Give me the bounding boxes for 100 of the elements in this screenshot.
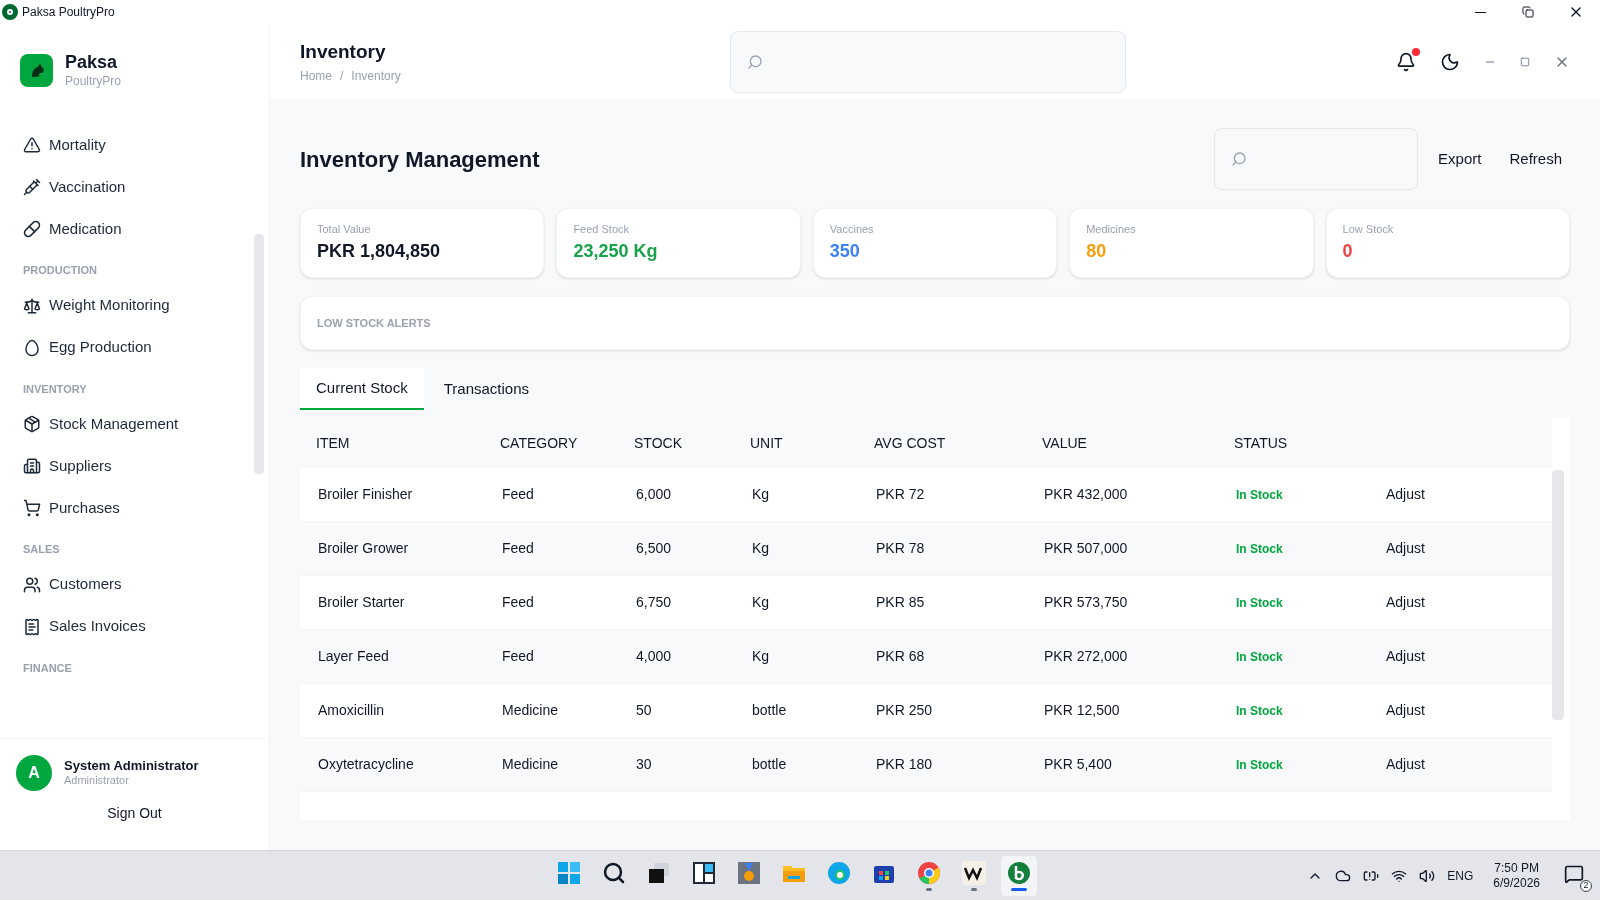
- start-icon[interactable]: [557, 860, 581, 885]
- sidebar-item[interactable]: Vaccination: [0, 166, 254, 208]
- logo-icon: [20, 53, 53, 87]
- cart-icon: [23, 499, 41, 517]
- tab[interactable]: Current Stock: [300, 368, 424, 410]
- stat-value: 350: [829, 239, 861, 263]
- table-cell-text: PKR 72: [876, 485, 926, 504]
- warning-icon: [23, 136, 41, 154]
- sidebar-item[interactable]: Sales Invoices: [0, 605, 254, 648]
- table-cell-text: Kg: [752, 485, 771, 504]
- table-cell-text: PKR 507,000: [1044, 539, 1129, 558]
- tab[interactable]: Transactions: [423, 368, 549, 410]
- sidebar-item[interactable]: Medication: [0, 208, 254, 250]
- stat-label: Low Stock: [1342, 222, 1395, 238]
- toolbar-button[interactable]: Refresh: [1501, 147, 1570, 171]
- sidebar-item[interactable]: Suppliers: [0, 445, 254, 487]
- sign-out-button[interactable]: Sign Out: [107, 803, 162, 824]
- user-name: System Administrator: [64, 758, 199, 775]
- sidebar-item[interactable]: Customers: [0, 563, 254, 606]
- table-cell-text: 6,000: [636, 485, 673, 504]
- sidebar-item[interactable]: Egg Production: [0, 326, 254, 369]
- window-title: Paksa PoultryPro: [22, 4, 115, 21]
- paksa-app-icon[interactable]: [1007, 860, 1031, 885]
- table-cell-text: Broiler Grower: [318, 539, 410, 558]
- chrome-icon[interactable]: [917, 860, 941, 885]
- status-text: In Stock: [1236, 702, 1284, 720]
- table-cell-text: PKR 432,000: [1044, 485, 1129, 504]
- table-cell-text: Broiler Starter: [318, 593, 406, 612]
- table-search-field[interactable]: [1214, 128, 1419, 190]
- table-cell-text: Oxytetracycline: [318, 755, 415, 774]
- column-header: AVG COST: [874, 433, 947, 453]
- people-icon: [23, 575, 41, 594]
- search-icon: [1231, 151, 1248, 167]
- adjust-button[interactable]: Adjust: [1386, 592, 1425, 613]
- bell-icon: [1396, 51, 1416, 72]
- table-cell-text: Broiler Finisher: [318, 485, 414, 504]
- notification-count: 2: [1580, 879, 1592, 892]
- page-header-title: Inventory: [300, 40, 387, 65]
- search-field[interactable]: [730, 30, 1126, 93]
- language-indicator[interactable]: ENG: [1447, 866, 1474, 885]
- search-icon[interactable]: [602, 860, 626, 885]
- status-text: In Stock: [1236, 540, 1284, 558]
- theme-toggle-button[interactable]: [1440, 51, 1460, 72]
- sidebar-item[interactable]: Weight Monitoring: [0, 284, 254, 327]
- stat-label: Feed Stock: [573, 222, 631, 238]
- widgets-icon[interactable]: [692, 860, 716, 885]
- column-header: VALUE: [1042, 433, 1088, 453]
- windows-icon[interactable]: [647, 860, 671, 885]
- table-cell-text: Feed: [502, 593, 535, 612]
- column-header: CATEGORY: [500, 433, 579, 453]
- sidebar-item[interactable]: Mortality: [0, 124, 254, 166]
- volume-icon[interactable]: [1419, 867, 1436, 884]
- table-cell-text: PKR 12,500: [1044, 701, 1121, 720]
- medal-icon[interactable]: [737, 860, 761, 885]
- user-avatar: A: [16, 755, 52, 791]
- status-text: In Stock: [1236, 486, 1284, 504]
- user-role: Administrator: [64, 774, 130, 788]
- page-title: Inventory Management: [300, 145, 540, 174]
- brand-subtitle: PoultryPro: [65, 73, 122, 89]
- stat-value: PKR 1,804,850: [317, 239, 442, 263]
- table-cell-text: bottle: [752, 755, 788, 774]
- clock-time[interactable]: 7:50 PM: [1494, 860, 1539, 876]
- sidebar-item[interactable]: Stock Management: [0, 403, 254, 445]
- table-cell-text: PKR 250: [876, 701, 934, 720]
- column-header: STATUS: [1234, 433, 1289, 453]
- table-cell-text: 6,500: [636, 539, 673, 558]
- egg-icon: [23, 338, 41, 357]
- app-maximize-button[interactable]: [1520, 56, 1530, 67]
- wave-icon[interactable]: [962, 860, 986, 885]
- table-cell-text: 30: [636, 755, 653, 774]
- table-cell-text: 4,000: [636, 647, 673, 666]
- receipt-icon: [23, 617, 41, 636]
- adjust-button[interactable]: Adjust: [1386, 646, 1425, 667]
- column-header: STOCK: [634, 433, 683, 453]
- clock-date[interactable]: 6/9/2026: [1493, 875, 1540, 891]
- adjust-button[interactable]: Adjust: [1386, 538, 1425, 559]
- status-text: In Stock: [1236, 594, 1284, 612]
- search-icon: [747, 53, 763, 70]
- status-text: In Stock: [1236, 648, 1284, 666]
- scale-icon: [23, 296, 41, 315]
- column-header: ITEM: [316, 433, 351, 453]
- table-cell-text: Kg: [752, 539, 771, 558]
- adjust-button[interactable]: Adjust: [1386, 700, 1425, 721]
- building-icon: [23, 457, 41, 475]
- adjust-button[interactable]: Adjust: [1386, 754, 1425, 775]
- status-text: In Stock: [1236, 756, 1284, 774]
- message-icon: [1564, 863, 1584, 884]
- minimize-icon: [1474, 11, 1486, 13]
- table-cell-text: PKR 78: [876, 539, 926, 558]
- breadcrumb-separator: /: [340, 67, 344, 85]
- stat-label: Vaccines: [829, 222, 875, 238]
- adjust-button[interactable]: Adjust: [1386, 484, 1425, 505]
- sidebar-item[interactable]: Purchases: [0, 487, 254, 529]
- alerts-title: LOW STOCK ALERTS: [317, 315, 431, 331]
- toolbar-button[interactable]: Export: [1430, 147, 1490, 171]
- stat-value: 0: [1342, 239, 1354, 263]
- section-heading: INVENTORY: [22, 381, 88, 397]
- table-cell-text: Feed: [502, 539, 535, 558]
- stat-label: Total Value: [317, 222, 372, 238]
- browser-icon[interactable]: [827, 860, 851, 885]
